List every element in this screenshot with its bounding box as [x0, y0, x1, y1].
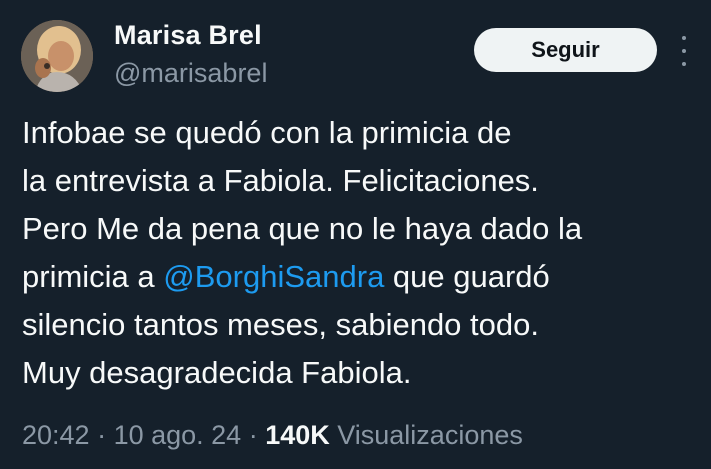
- separator: ·: [241, 420, 266, 450]
- more-vertical-icon[interactable]: [674, 36, 694, 66]
- tweet-card: Marisa Brel @marisabrel Seguir Infobae s…: [0, 0, 711, 469]
- tweet-text: Infobae se quedó con la primicia de la e…: [22, 109, 702, 397]
- dot: [682, 49, 686, 53]
- avatar-image: [21, 20, 93, 92]
- tweet-line: Infobae se quedó con la primicia de: [22, 115, 512, 150]
- tweet-line: Muy desagradecida Fabiola.: [22, 355, 412, 390]
- tweet-line-text: primicia a: [22, 259, 164, 294]
- display-name[interactable]: Marisa Brel: [114, 20, 262, 51]
- tweet-line: Pero Me da pena que no le haya dado la: [22, 211, 583, 246]
- dot: [682, 36, 686, 40]
- tweet-time[interactable]: 20:42: [22, 420, 90, 450]
- tweet-meta: 20:42 · 10 ago. 24 · 140K Visualizacione…: [22, 420, 523, 451]
- follow-button[interactable]: Seguir: [474, 28, 657, 72]
- avatar[interactable]: [21, 20, 93, 92]
- tweet-line-text: que guardó: [384, 259, 550, 294]
- separator: ·: [89, 420, 114, 450]
- mention-link[interactable]: @BorghiSandra: [163, 259, 384, 294]
- views-label: Visualizaciones: [329, 420, 523, 450]
- tweet-line: silencio tantos meses, sabiendo todo.: [22, 307, 539, 342]
- views-count[interactable]: 140K: [265, 420, 330, 450]
- tweet-date[interactable]: 10 ago. 24: [114, 420, 242, 450]
- tweet-line: primicia a @BorghiSandra que guardó: [22, 253, 702, 301]
- dot: [682, 62, 686, 66]
- tweet-line: la entrevista a Fabiola. Felicitaciones.: [22, 163, 539, 198]
- user-handle[interactable]: @marisabrel: [114, 58, 267, 89]
